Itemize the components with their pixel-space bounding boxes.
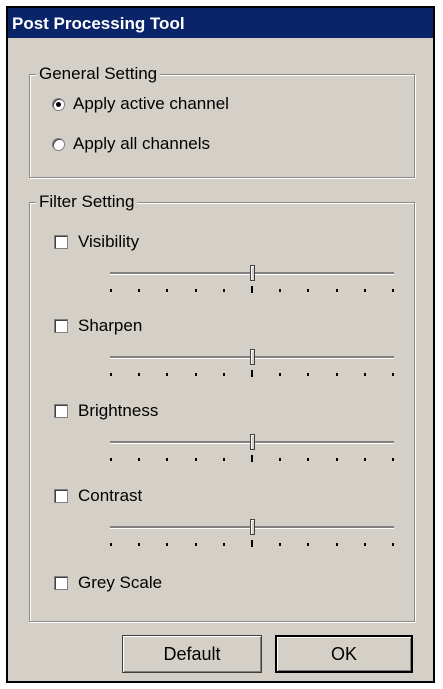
radio-button-icon[interactable] (52, 137, 65, 151)
slider-tick (110, 543, 112, 546)
checkbox-grey-scale[interactable]: Grey Scale (54, 573, 162, 593)
slider-tick (110, 373, 112, 376)
slider-tick (166, 458, 169, 461)
radio-apply-active-channel[interactable]: Apply active channel (52, 94, 229, 114)
contrast-slider[interactable] (110, 515, 394, 551)
title-bar[interactable]: Post Processing Tool (8, 8, 433, 38)
checkbox-icon[interactable] (54, 404, 68, 418)
slider-tick (194, 373, 197, 376)
slider-tick (335, 289, 338, 292)
slider-tick (363, 458, 366, 461)
slider-tick (110, 458, 112, 461)
radio-button-icon[interactable] (52, 97, 65, 111)
slider-tick (138, 458, 141, 461)
slider-tick (392, 458, 394, 461)
slider-thumb[interactable] (250, 434, 255, 450)
slider-tick (222, 458, 225, 461)
radio-selected-dot (56, 101, 61, 107)
checkbox-label-sharpen: Sharpen (78, 316, 143, 335)
slider-tick (335, 543, 338, 546)
slider-tick (166, 289, 169, 292)
slider-tick (363, 543, 366, 546)
slider-tick (166, 543, 169, 546)
slider-tick (166, 373, 169, 376)
ok-button[interactable]: OK (275, 635, 413, 673)
checkbox-icon[interactable] (54, 576, 68, 590)
slider-tick (222, 543, 225, 546)
checkbox-brightness[interactable]: Brightness (54, 401, 158, 421)
checkbox-sharpen[interactable]: Sharpen (54, 316, 142, 336)
slider-tick (138, 373, 141, 376)
slider-tick (251, 370, 253, 377)
slider-tick (194, 458, 197, 461)
slider-tick (279, 458, 282, 461)
slider-tick (279, 373, 282, 376)
radio-label-apply-all: Apply all channels (73, 134, 211, 153)
radio-label-apply-active: Apply active channel (73, 94, 229, 113)
slider-tick (251, 286, 253, 293)
slider-tick (307, 543, 310, 546)
brightness-slider[interactable] (110, 430, 394, 466)
general-setting-legend: General Setting (36, 64, 161, 84)
slider-tick (363, 373, 366, 376)
visibility-slider[interactable] (110, 261, 394, 297)
slider-tick (138, 543, 141, 546)
slider-tick (307, 458, 310, 461)
slider-tick (222, 289, 225, 292)
post-processing-window: Post Processing Tool General Setting App… (6, 6, 435, 683)
slider-tick (279, 543, 282, 546)
filter-setting-group: Filter Setting Visibility Sharpen Bright… (29, 192, 415, 622)
slider-tick (279, 289, 282, 292)
checkbox-label-visibility: Visibility (78, 232, 140, 251)
checkbox-contrast[interactable]: Contrast (54, 486, 142, 506)
slider-tick (392, 289, 394, 292)
slider-tick (251, 455, 253, 462)
slider-tick (110, 289, 112, 292)
slider-tick (251, 540, 253, 547)
checkbox-visibility[interactable]: Visibility (54, 232, 139, 252)
checkbox-label-grey-scale: Grey Scale (78, 573, 163, 592)
slider-tick (392, 373, 394, 376)
slider-tick (194, 289, 197, 292)
sharpen-slider[interactable] (110, 345, 394, 381)
slider-thumb[interactable] (250, 519, 255, 535)
slider-tick (307, 373, 310, 376)
filter-setting-legend: Filter Setting (36, 192, 138, 212)
slider-tick (194, 543, 197, 546)
checkbox-icon[interactable] (54, 319, 68, 333)
radio-apply-all-channels[interactable]: Apply all channels (52, 134, 210, 154)
default-button[interactable]: Default (122, 635, 262, 673)
slider-tick (363, 289, 366, 292)
checkbox-label-contrast: Contrast (78, 486, 143, 505)
slider-tick (392, 543, 394, 546)
checkbox-icon[interactable] (54, 235, 68, 249)
slider-tick (335, 458, 338, 461)
slider-thumb[interactable] (250, 265, 255, 281)
slider-tick (307, 289, 310, 292)
slider-tick (222, 373, 225, 376)
checkbox-label-brightness: Brightness (78, 401, 159, 420)
slider-tick (138, 289, 141, 292)
slider-thumb[interactable] (250, 349, 255, 365)
checkbox-icon[interactable] (54, 489, 68, 503)
general-setting-group: General Setting Apply active channel App… (29, 64, 415, 178)
window-title: Post Processing Tool (12, 14, 185, 33)
slider-tick (335, 373, 338, 376)
